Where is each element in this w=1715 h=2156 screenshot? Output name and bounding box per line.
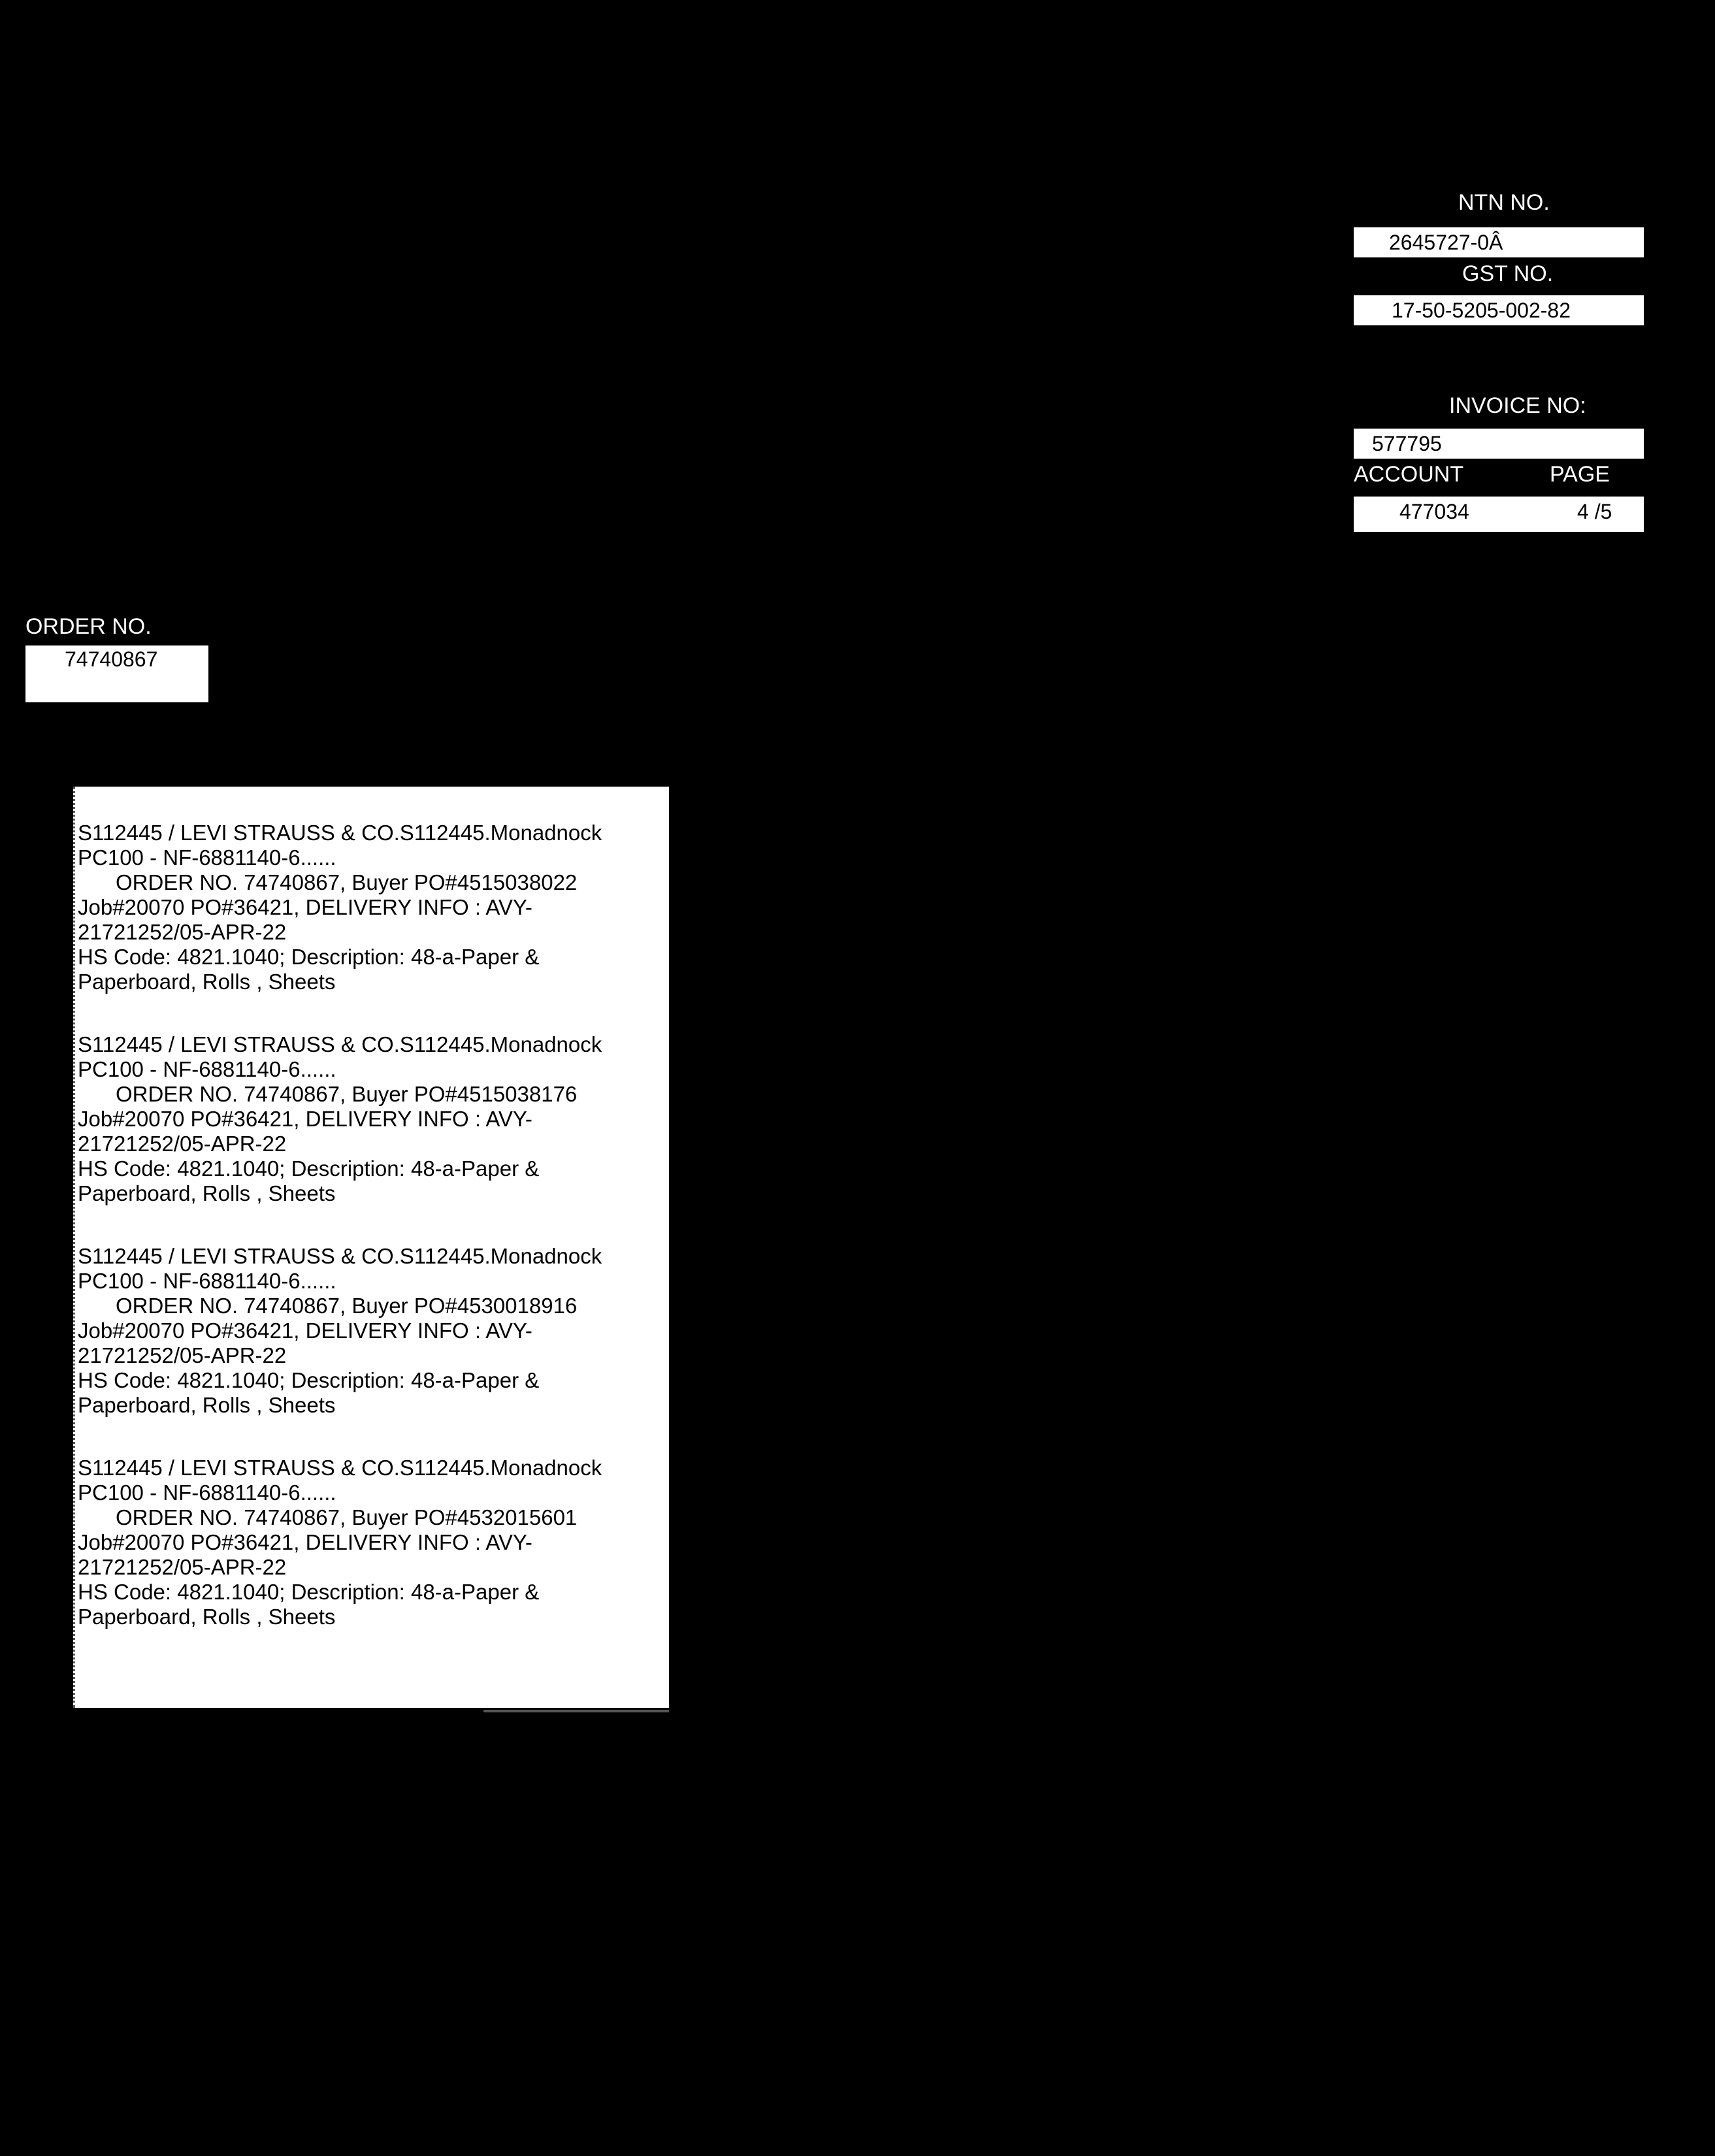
item-order-line: ORDER NO. 74740867, Buyer PO#4515038176 <box>116 1082 578 1106</box>
item-delivery-line: 21721252/05-APR-22 <box>78 1343 287 1367</box>
item-customer-line: S112445 / LEVI STRAUSS & CO.S112445.Mona… <box>78 1032 602 1056</box>
item-product-line: PC100 - NF-6881140-6...... <box>78 1057 336 1081</box>
item-customer-line: S112445 / LEVI STRAUSS & CO.S112445.Mona… <box>78 1456 602 1480</box>
item-customer-line: S112445 / LEVI STRAUSS & CO.S112445.Mona… <box>78 1244 602 1268</box>
item-delivery-line: 21721252/05-APR-22 <box>78 1132 287 1156</box>
item-hs-code-line: HS Code: 4821.1040; Description: 48-a-Pa… <box>78 1580 540 1604</box>
item-description-line: Paperboard, Rolls , Sheets <box>78 1393 336 1417</box>
ntn-label: NTN NO. <box>1458 190 1550 215</box>
item-description-line: Paperboard, Rolls , Sheets <box>78 1181 336 1205</box>
gst-value: 17-50-5205-002-82 <box>1392 299 1571 322</box>
invoice-label: INVOICE NO: <box>1449 393 1586 418</box>
item-delivery-line: 21721252/05-APR-22 <box>78 1555 287 1579</box>
gst-label: GST NO. <box>1462 261 1554 286</box>
item-customer-line: S112445 / LEVI STRAUSS & CO.S112445.Mona… <box>78 821 602 845</box>
ntn-value: 2645727-0Â <box>1389 231 1503 254</box>
order-no-label: ORDER NO. <box>25 614 152 639</box>
line-item: S112445 / LEVI STRAUSS & CO.S112445.Mona… <box>78 821 666 994</box>
panel-divider <box>483 1710 669 1712</box>
item-job-line: Job#20070 PO#36421, DELIVERY INFO : AVY- <box>78 1107 532 1131</box>
invoice-value: 577795 <box>1372 432 1442 455</box>
ntn-field: 2645727-0Â <box>1354 227 1644 257</box>
item-order-line: ORDER NO. 74740867, Buyer PO#4530018916 <box>116 1294 578 1318</box>
order-no-field: 74740867 <box>25 645 208 702</box>
account-label: ACCOUNT <box>1354 462 1464 487</box>
line-item: S112445 / LEVI STRAUSS & CO.S112445.Mona… <box>78 1456 666 1629</box>
item-product-line: PC100 - NF-6881140-6...... <box>78 1269 336 1293</box>
line-item: S112445 / LEVI STRAUSS & CO.S112445.Mona… <box>78 1244 666 1418</box>
item-hs-code-line: HS Code: 4821.1040; Description: 48-a-Pa… <box>78 945 540 969</box>
item-job-line: Job#20070 PO#36421, DELIVERY INFO : AVY- <box>78 1530 532 1554</box>
invoice-field: 577795 <box>1354 429 1644 459</box>
item-product-line: PC100 - NF-6881140-6...... <box>78 845 336 870</box>
item-order-line: ORDER NO. 74740867, Buyer PO#4532015601 <box>116 1505 578 1529</box>
page-value: 4 /5 <box>1577 500 1612 523</box>
account-page-field: 477034 4 /5 <box>1354 497 1644 532</box>
item-job-line: Job#20070 PO#36421, DELIVERY INFO : AVY- <box>78 895 532 919</box>
item-product-line: PC100 - NF-6881140-6...... <box>78 1480 336 1505</box>
gst-field: 17-50-5205-002-82 <box>1354 295 1644 325</box>
line-item: S112445 / LEVI STRAUSS & CO.S112445.Mona… <box>78 1032 666 1206</box>
account-value: 477034 <box>1399 500 1469 523</box>
order-no-value: 74740867 <box>65 647 158 671</box>
line-items-panel: S112445 / LEVI STRAUSS & CO.S112445.Mona… <box>73 787 669 1708</box>
item-delivery-line: 21721252/05-APR-22 <box>78 920 287 944</box>
page-label: PAGE <box>1550 462 1610 487</box>
item-description-line: Paperboard, Rolls , Sheets <box>78 970 336 994</box>
item-job-line: Job#20070 PO#36421, DELIVERY INFO : AVY- <box>78 1318 532 1343</box>
item-description-line: Paperboard, Rolls , Sheets <box>78 1605 336 1629</box>
item-hs-code-line: HS Code: 4821.1040; Description: 48-a-Pa… <box>78 1368 540 1392</box>
item-hs-code-line: HS Code: 4821.1040; Description: 48-a-Pa… <box>78 1156 540 1181</box>
item-order-line: ORDER NO. 74740867, Buyer PO#4515038022 <box>116 870 578 894</box>
